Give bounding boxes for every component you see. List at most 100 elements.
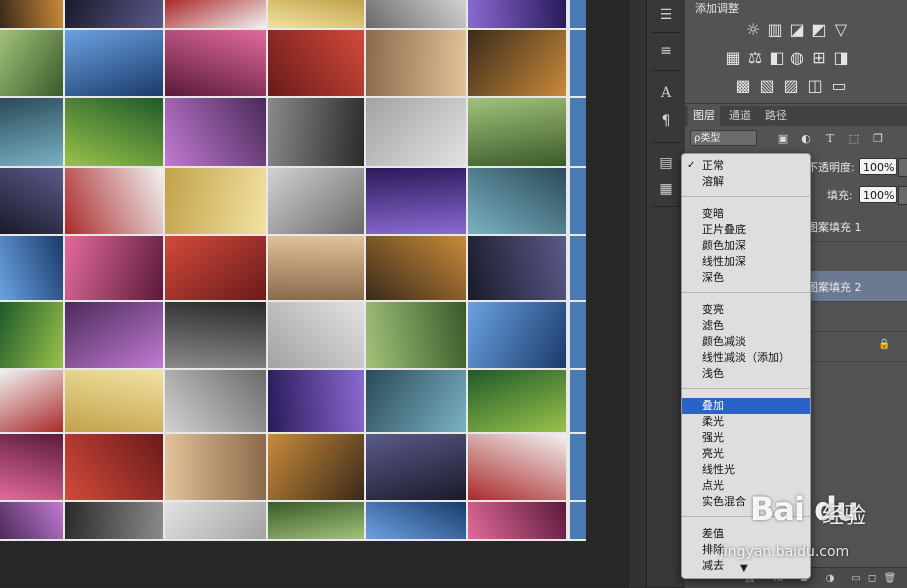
exposure-icon[interactable]: ◩: [811, 20, 827, 39]
notes-icon[interactable]: ▦: [655, 178, 677, 200]
menu-separator: [682, 196, 810, 197]
curves-icon[interactable]: ◪: [789, 20, 805, 39]
paragraph-icon[interactable]: ¶: [655, 110, 677, 132]
collage-photo: [268, 98, 364, 166]
blend-mode-item[interactable]: 颜色减淡: [682, 334, 810, 350]
collage-photo: [65, 98, 163, 166]
collage-photo: [468, 302, 566, 368]
canvas-scrollbar[interactable]: [628, 0, 647, 587]
layers-filter-bar: ρ类型 ▣ ◐ T ⬚ ❐: [685, 126, 907, 152]
blend-mode-item[interactable]: 变亮: [682, 302, 810, 318]
blend-mode-label: 颜色减淡: [702, 335, 746, 348]
color-lookup-icon[interactable]: ◨: [833, 48, 849, 67]
collage-photo: [65, 168, 163, 234]
collage-photo: [0, 302, 63, 368]
blend-mode-item[interactable]: 线性光: [682, 462, 810, 478]
collage-photo: [468, 30, 566, 96]
blend-mode-label: 深色: [702, 271, 724, 284]
blend-mode-item[interactable]: 亮光: [682, 446, 810, 462]
tab-layers[interactable]: 图层: [688, 106, 720, 126]
blend-mode-item[interactable]: 正片叠底: [682, 222, 810, 238]
hue-saturation-icon[interactable]: ▦: [725, 48, 741, 67]
collage-photo: [366, 502, 466, 539]
filter-adjustment-icon[interactable]: ◐: [799, 131, 813, 145]
photo-filter-icon[interactable]: ◍: [789, 48, 805, 67]
collage-photo: [366, 236, 466, 300]
collage-photo: [570, 168, 586, 234]
blend-mode-item[interactable]: 变暗: [682, 206, 810, 222]
toolstrip-divider: [651, 70, 681, 71]
collage-photo: [268, 168, 364, 234]
blend-mode-item[interactable]: ✓ 正常: [682, 158, 810, 174]
filter-shape-icon[interactable]: ⬚: [847, 131, 861, 145]
brightness-contrast-icon[interactable]: ☼: [745, 20, 761, 39]
blend-mode-item[interactable]: 滤色: [682, 318, 810, 334]
fill-dropdown[interactable]: [898, 186, 907, 205]
new-layer-icon[interactable]: ◻: [865, 571, 879, 585]
collage-photo: [366, 30, 466, 96]
blend-mode-label: 线性光: [702, 463, 735, 476]
collage-photo: [570, 434, 586, 500]
collage-photo: [268, 302, 364, 368]
filter-type-icon[interactable]: T: [823, 131, 837, 145]
properties-icon[interactable]: ☰: [655, 4, 677, 26]
black-white-icon[interactable]: ◧: [769, 48, 785, 67]
blend-mode-item[interactable]: 线性减淡（添加）: [682, 350, 810, 366]
threshold-icon[interactable]: ▨: [783, 76, 799, 95]
library-icon[interactable]: ▤: [655, 152, 677, 174]
posterize-icon[interactable]: ▧: [759, 76, 775, 95]
blend-mode-item[interactable]: 点光: [682, 478, 810, 494]
color-balance-icon[interactable]: ⚖: [747, 48, 763, 67]
blend-mode-item[interactable]: 叠加: [682, 398, 810, 414]
selective-color-icon[interactable]: ◫: [807, 76, 823, 95]
filter-kind-select[interactable]: ρ类型: [690, 130, 757, 146]
blend-mode-label: 溶解: [702, 175, 724, 188]
collage-photo: [366, 370, 466, 432]
gradient-map-icon[interactable]: ▭: [831, 76, 847, 95]
opacity-dropdown[interactable]: [898, 158, 907, 177]
invert-icon[interactable]: ▩: [735, 76, 751, 95]
document-canvas-area[interactable]: [0, 0, 647, 587]
blend-mode-menu[interactable]: ✓ 正常 溶解变暗 正片叠底颜色加深 线性加深 深色变亮 滤色 颜色减淡线性减淡（添加） 浅色叠…: [681, 153, 811, 579]
collage-photo: [0, 236, 63, 300]
adjustments-panel-icon[interactable]: ≡: [655, 40, 677, 62]
toolstrip-divider: [651, 32, 681, 33]
blend-mode-item[interactable]: 深色: [682, 270, 810, 286]
tab-channels[interactable]: 通道: [723, 106, 757, 126]
opacity-field[interactable]: 100%: [859, 158, 897, 175]
document-canvas[interactable]: [0, 0, 586, 541]
blend-mode-item[interactable]: 溶解: [682, 174, 810, 190]
blend-mode-item[interactable]: 差值: [682, 526, 810, 542]
lock-icon: 🔒: [878, 339, 891, 350]
scroll-down-arrow-icon[interactable]: ▼: [740, 563, 748, 574]
blend-mode-label: 正片叠底: [702, 223, 746, 236]
blend-mode-label: 浅色: [702, 367, 724, 380]
blend-mode-item[interactable]: 浅色: [682, 366, 810, 382]
blend-mode-item[interactable]: 柔光: [682, 414, 810, 430]
channel-mixer-icon[interactable]: ⊞: [811, 48, 827, 67]
collage-photo: [65, 236, 163, 300]
fill-field[interactable]: 100%: [859, 186, 897, 203]
blend-mode-item[interactable]: 线性加深: [682, 254, 810, 270]
blend-mode-item[interactable]: 排除: [682, 542, 810, 558]
levels-icon[interactable]: ▥: [767, 20, 783, 39]
collage-photo: [165, 30, 266, 96]
filter-smart-object-icon[interactable]: ❐: [871, 131, 885, 145]
blend-mode-label: 点光: [702, 479, 724, 492]
collage-photo: [0, 30, 63, 96]
filter-pixel-icon[interactable]: ▣: [776, 131, 790, 145]
collage-photo: [366, 302, 466, 368]
collage-photo: [570, 502, 586, 539]
blend-mode-item[interactable]: 颜色加深: [682, 238, 810, 254]
new-adjustment-icon[interactable]: ◑: [823, 571, 837, 585]
blend-mode-label: 减去: [702, 559, 724, 572]
collage-photo: [165, 502, 266, 539]
blend-mode-item[interactable]: 强光: [682, 430, 810, 446]
blend-mode-item[interactable]: 实色混合: [682, 494, 810, 510]
tab-paths[interactable]: 路径: [759, 106, 793, 126]
menu-separator: [682, 388, 810, 389]
new-group-icon[interactable]: ▭: [849, 571, 863, 585]
vibrance-icon[interactable]: ▽: [833, 20, 849, 39]
delete-layer-icon[interactable]: 🗑: [883, 571, 897, 585]
character-icon[interactable]: A: [655, 82, 677, 104]
